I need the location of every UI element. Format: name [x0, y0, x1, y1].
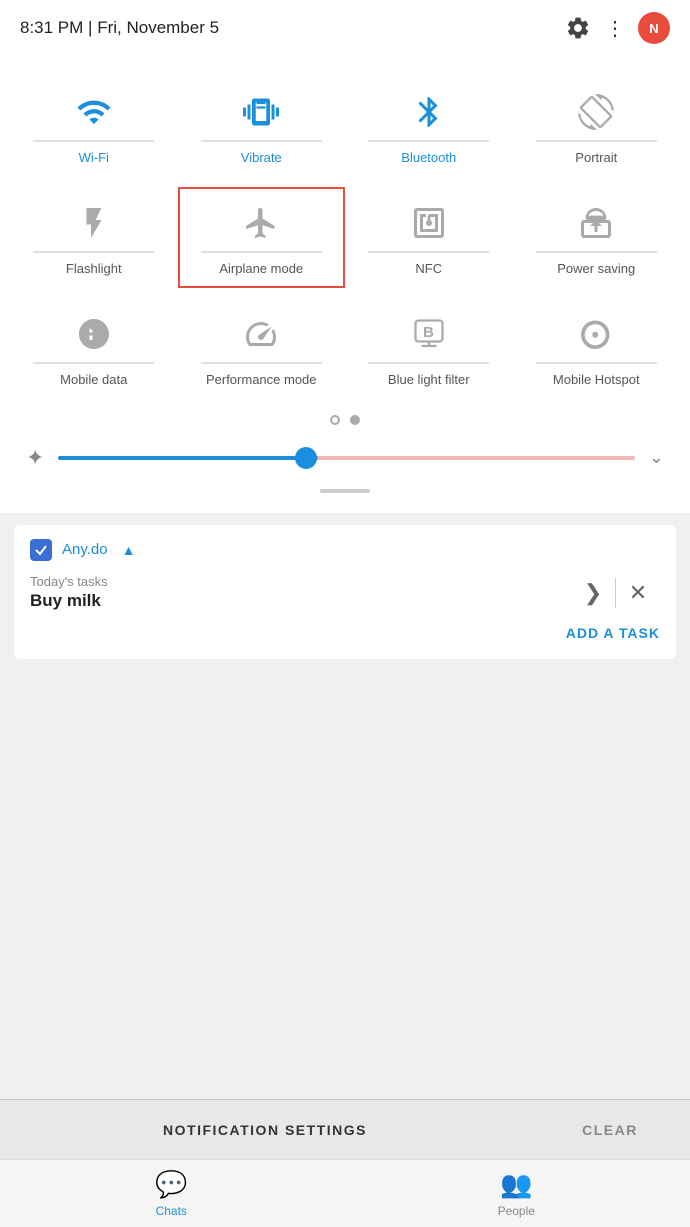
bluetooth-icon	[407, 90, 451, 134]
chats-label: Chats	[156, 1204, 187, 1218]
portrait-label: Portrait	[575, 150, 617, 167]
blue-light-icon: B	[407, 312, 451, 356]
qs-blue-light-filter[interactable]: B Blue light filter	[345, 298, 513, 399]
nav-people[interactable]: 👥 People	[498, 1169, 535, 1218]
nfc-icon	[407, 201, 451, 245]
qs-airplane-mode[interactable]: Airplane mode	[178, 187, 346, 288]
airplane-icon	[239, 201, 283, 245]
nfc-label: NFC	[415, 261, 442, 278]
qs-vibrate[interactable]: Vibrate	[178, 76, 346, 177]
pagination-dot-1[interactable]	[330, 415, 340, 425]
pagination	[10, 409, 680, 441]
qs-wifi[interactable]: Wi-Fi	[10, 76, 178, 177]
anydo-close-button[interactable]: ✕	[616, 571, 660, 615]
blue-light-label: Blue light filter	[388, 372, 470, 389]
anydo-collapse-icon[interactable]: ▲	[122, 542, 136, 558]
brightness-slider[interactable]	[58, 456, 634, 460]
status-bar: 8:31 PM | Fri, November 5 ⋮ N	[0, 0, 690, 56]
brightness-icon: ✦	[26, 445, 44, 471]
qs-mobile-hotspot[interactable]: Mobile Hotspot	[513, 298, 681, 399]
status-icons: ⋮ N	[563, 12, 670, 44]
anydo-next-button[interactable]: ❯	[571, 571, 615, 615]
mobile-data-label: Mobile data	[60, 372, 127, 389]
brightness-expand-icon[interactable]: ⌄	[649, 447, 664, 468]
anydo-notification-card: Any.do ▲ Today's tasks Buy milk ❯ ✕ ADD …	[14, 525, 676, 659]
qs-row-2: Flashlight Airplane mode NFC	[10, 187, 680, 288]
svg-text:B: B	[423, 324, 434, 341]
airplane-mode-label: Airplane mode	[219, 261, 303, 278]
anydo-header: Any.do ▲	[30, 539, 660, 561]
brightness-thumb[interactable]	[295, 447, 317, 469]
quick-settings-panel: Wi-Fi Vibrate Bluetooth	[0, 56, 690, 513]
performance-mode-label: Performance mode	[206, 372, 317, 389]
qs-performance-mode[interactable]: Performance mode	[178, 298, 346, 399]
anydo-task-title: Buy milk	[30, 591, 571, 611]
vibrate-icon	[239, 90, 283, 134]
anydo-app-name: Any.do	[62, 541, 108, 558]
notification-area: Any.do ▲ Today's tasks Buy milk ❯ ✕ ADD …	[0, 513, 690, 671]
qs-row-3: Mobile data Performance mode B	[10, 298, 680, 399]
drag-handle-bar	[320, 489, 370, 493]
drag-handle[interactable]	[10, 485, 680, 503]
notification-badge: N	[638, 12, 670, 44]
anydo-content: Today's tasks Buy milk ❯ ✕	[30, 571, 660, 615]
hotspot-label: Mobile Hotspot	[553, 372, 640, 389]
nav-chats[interactable]: 💬 Chats	[155, 1169, 187, 1218]
performance-icon	[239, 312, 283, 356]
wifi-label: Wi-Fi	[79, 150, 109, 167]
power-saving-label: Power saving	[557, 261, 635, 278]
anydo-action-buttons: ❯ ✕	[571, 571, 660, 615]
clear-button[interactable]: CLEAR	[530, 1122, 690, 1138]
qs-nfc[interactable]: NFC	[345, 187, 513, 288]
pagination-dot-2[interactable]	[350, 415, 360, 425]
anydo-checkbox-icon	[30, 539, 52, 561]
mobile-data-icon	[72, 312, 116, 356]
chats-icon: 💬	[155, 1169, 187, 1200]
flashlight-icon	[72, 201, 116, 245]
people-icon: 👥	[500, 1169, 532, 1200]
bluetooth-label: Bluetooth	[401, 150, 456, 167]
more-options-icon[interactable]: ⋮	[605, 16, 626, 41]
brightness-row: ✦ ⌄	[10, 441, 680, 485]
anydo-task-text: Today's tasks Buy milk	[30, 574, 571, 611]
anydo-subtitle: Today's tasks	[30, 574, 571, 589]
qs-row-1: Wi-Fi Vibrate Bluetooth	[10, 76, 680, 177]
vibrate-label: Vibrate	[241, 150, 282, 167]
bottom-action-bar: NOTIFICATION SETTINGS CLEAR	[0, 1099, 690, 1159]
hotspot-icon	[574, 312, 618, 356]
status-time: 8:31 PM | Fri, November 5	[20, 18, 219, 38]
portrait-icon	[574, 90, 618, 134]
anydo-add-task-button[interactable]: ADD A TASK	[30, 615, 660, 645]
notification-settings-button[interactable]: NOTIFICATION SETTINGS	[0, 1122, 530, 1138]
wifi-icon	[72, 90, 116, 134]
qs-power-saving[interactable]: Power saving	[513, 187, 681, 288]
qs-bluetooth[interactable]: Bluetooth	[345, 76, 513, 177]
settings-icon[interactable]	[563, 13, 593, 43]
bottom-navigation: 💬 Chats 👥 People	[0, 1159, 690, 1227]
flashlight-label: Flashlight	[66, 261, 122, 278]
qs-mobile-data[interactable]: Mobile data	[10, 298, 178, 399]
qs-portrait[interactable]: Portrait	[513, 76, 681, 177]
qs-flashlight[interactable]: Flashlight	[10, 187, 178, 288]
people-label: People	[498, 1204, 535, 1218]
power-saving-icon	[574, 201, 618, 245]
